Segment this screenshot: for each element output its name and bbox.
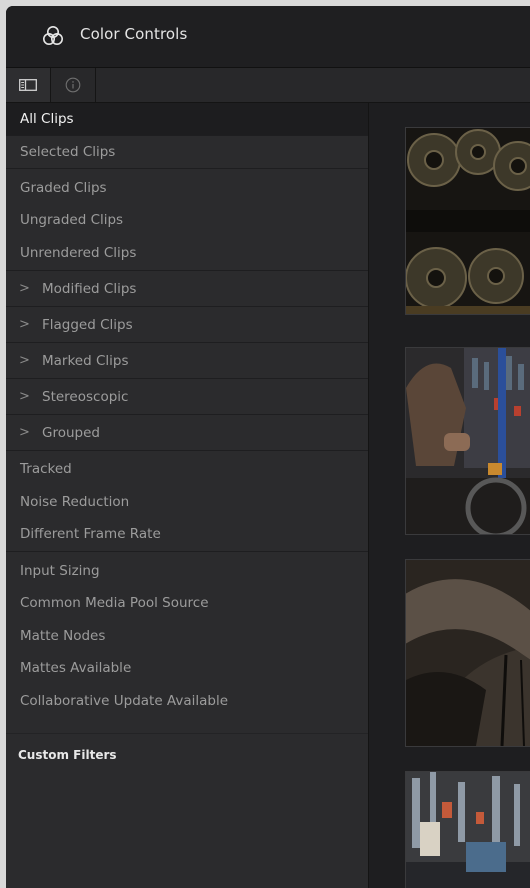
sidebar-item-label: Marked Clips: [42, 353, 129, 369]
divider: [6, 270, 368, 271]
sidebar-item-label: Tracked: [20, 461, 72, 477]
sidebar-item-selected-clips[interactable]: Selected Clips: [6, 136, 368, 168]
sidebar-item-label: Graded Clips: [20, 180, 107, 196]
sidebar-item-ungraded-clips[interactable]: Ungraded Clips: [6, 204, 368, 236]
divider: [6, 168, 368, 169]
chevron-right-icon[interactable]: >: [19, 317, 30, 332]
sidebar-item-label: Flagged Clips: [42, 317, 133, 333]
sidebar-item-different-frame-rate[interactable]: Different Frame Rate: [6, 518, 368, 550]
bicycle-mechanic-image: [406, 348, 530, 534]
sidebar-item-all-clips[interactable]: All Clips: [6, 103, 368, 135]
sidebar-item-input-sizing[interactable]: Input Sizing: [6, 555, 368, 587]
sidebar-toggle-button[interactable]: [6, 68, 51, 102]
chevron-right-icon[interactable]: >: [19, 425, 30, 440]
clip-thumbnail-1[interactable]: [405, 127, 530, 315]
bicycle-shop-tools-image: [406, 772, 530, 888]
color-wheels-icon: [43, 26, 63, 45]
sidebar-item-noise-reduction[interactable]: Noise Reduction: [6, 486, 368, 518]
clip-thumbnail-3[interactable]: [405, 559, 530, 747]
window-title: Color Controls: [80, 25, 188, 43]
toolbar: [6, 68, 530, 103]
clip-thumbnail-2[interactable]: [405, 347, 530, 535]
sidebar-item-tracked[interactable]: Tracked: [6, 453, 368, 485]
sidebar-item-label: Input Sizing: [20, 563, 100, 579]
divider: [6, 414, 368, 415]
chevron-right-icon[interactable]: >: [19, 353, 30, 368]
clip-filter-sidebar: All Clips Selected Clips Graded Clips Un…: [6, 103, 369, 888]
sidebar-item-flagged-clips[interactable]: > Flagged Clips: [6, 309, 368, 341]
sidebar-toggle-icon: [19, 79, 37, 91]
bicycle-gears-image: [406, 128, 530, 314]
sidebar-item-label: Mattes Available: [20, 660, 132, 676]
sidebar-item-common-media-pool-source[interactable]: Common Media Pool Source: [6, 587, 368, 619]
sidebar-item-label: Collaborative Update Available: [20, 693, 229, 709]
info-button[interactable]: [51, 68, 96, 102]
info-icon: [65, 77, 81, 93]
divider: [6, 450, 368, 451]
sidebar-item-label: Unrendered Clips: [20, 245, 137, 261]
sidebar-item-mattes-available[interactable]: Mattes Available: [6, 652, 368, 684]
sidebar-item-label: Ungraded Clips: [20, 212, 124, 228]
clip-thumbnail-grid: [369, 103, 530, 888]
chevron-right-icon[interactable]: >: [19, 281, 30, 296]
clip-thumbnail-4[interactable]: [405, 771, 530, 888]
divider: [6, 551, 368, 552]
divider: [6, 733, 368, 734]
chevron-right-icon[interactable]: >: [19, 389, 30, 404]
sidebar-item-label: Noise Reduction: [20, 494, 130, 510]
divider: [6, 378, 368, 379]
sidebar-item-stereoscopic[interactable]: > Stereoscopic: [6, 381, 368, 413]
custom-filters-heading: Custom Filters: [18, 748, 117, 762]
divider: [6, 342, 368, 343]
sidebar-item-label: Grouped: [42, 425, 100, 441]
sidebar-item-label: Modified Clips: [42, 281, 137, 297]
sidebar-item-label: Selected Clips: [20, 144, 116, 160]
sidebar-item-label: Common Media Pool Source: [20, 595, 209, 611]
divider: [6, 306, 368, 307]
sidebar-item-grouped[interactable]: > Grouped: [6, 417, 368, 449]
bicycle-tire-image: [406, 560, 530, 746]
sidebar-item-label: Stereoscopic: [42, 389, 129, 405]
sidebar-item-marked-clips[interactable]: > Marked Clips: [6, 345, 368, 377]
sidebar-item-modified-clips[interactable]: > Modified Clips: [6, 273, 368, 305]
title-bar: Color Controls: [6, 6, 530, 68]
sidebar-item-label: Matte Nodes: [20, 628, 106, 644]
sidebar-item-collaborative-update-available[interactable]: Collaborative Update Available: [6, 685, 368, 717]
color-controls-window: Color Controls All Clips Selected Clips …: [6, 6, 530, 888]
sidebar-item-graded-clips[interactable]: Graded Clips: [6, 172, 368, 204]
sidebar-item-matte-nodes[interactable]: Matte Nodes: [6, 620, 368, 652]
sidebar-item-label: Different Frame Rate: [20, 526, 161, 542]
sidebar-item-unrendered-clips[interactable]: Unrendered Clips: [6, 237, 368, 269]
sidebar-item-label: All Clips: [20, 111, 74, 127]
